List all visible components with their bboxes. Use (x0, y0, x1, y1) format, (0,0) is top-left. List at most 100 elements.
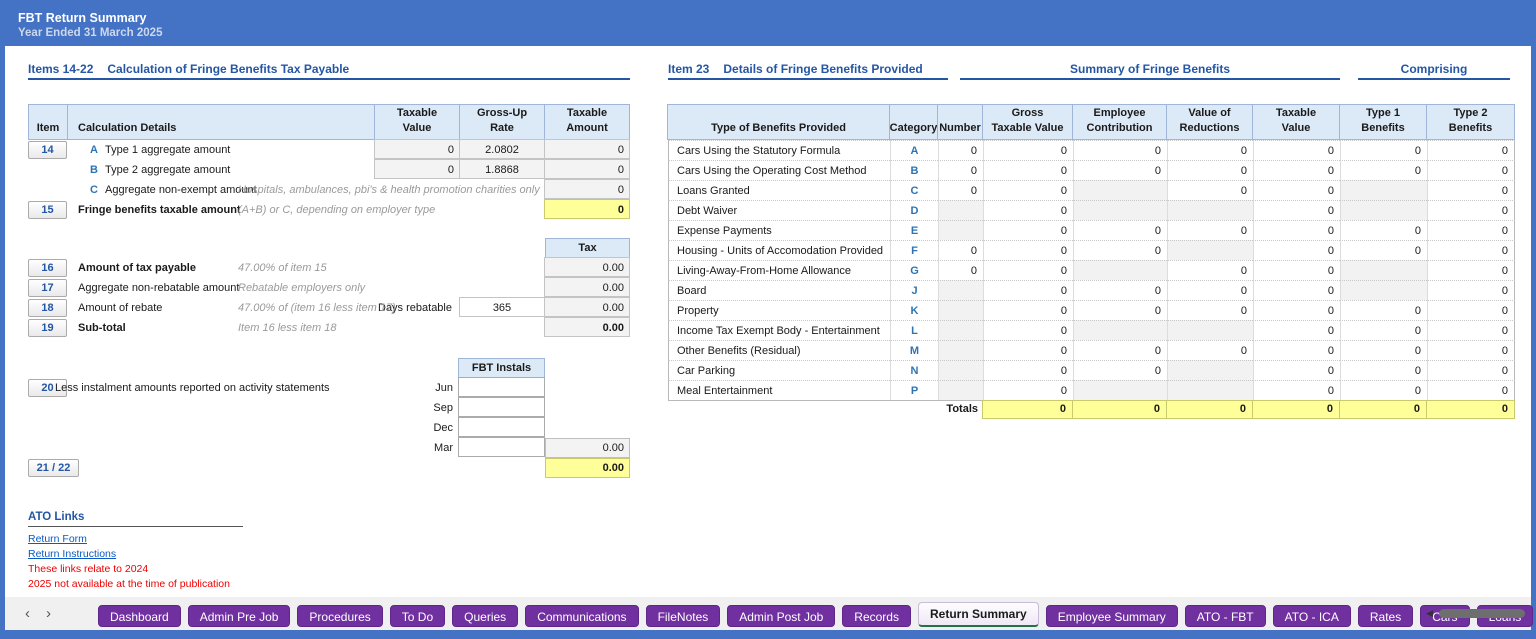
cell-type1-benefits[interactable]: 0 (1340, 360, 1427, 380)
cell-taxable-amount-c[interactable]: 0 (544, 179, 630, 199)
cell-gross-taxable-value[interactable]: 0 (983, 220, 1073, 240)
return-form-link[interactable]: Return Form (28, 533, 87, 545)
cell-gross-taxable-value[interactable]: 0 (983, 240, 1073, 260)
cell-gross-taxable-value[interactable]: 0 (983, 200, 1073, 220)
cell-employee-contribution[interactable] (1073, 380, 1167, 400)
cell-number[interactable] (938, 360, 983, 380)
cell-type1-benefits[interactable] (1340, 280, 1427, 300)
cell-taxable-value[interactable]: 0 (1253, 200, 1340, 220)
tab-communications[interactable]: Communications (525, 605, 638, 627)
cell-taxable-value[interactable]: 0 (1253, 180, 1340, 200)
cell-taxable-value[interactable]: 0 (1253, 240, 1340, 260)
cell-total[interactable]: 0 (1166, 400, 1253, 419)
cell-instal-total[interactable]: 0.00 (545, 438, 630, 458)
cell-taxable-value[interactable]: 0 (1253, 380, 1340, 400)
cell-total[interactable]: 0 (1339, 400, 1427, 419)
cell-employee-contribution[interactable]: 0 (1073, 160, 1167, 180)
cell-grossup-rate-b[interactable]: 1.8868 (459, 159, 545, 179)
cell-total[interactable]: 0 (982, 400, 1073, 419)
cell-value-of-reductions[interactable] (1167, 320, 1253, 340)
cell-number[interactable] (938, 380, 983, 400)
tab-ato-ica[interactable]: ATO - ICA (1273, 605, 1351, 627)
cell-type1-benefits[interactable]: 0 (1340, 380, 1427, 400)
cell-employee-contribution[interactable]: 0 (1073, 140, 1167, 160)
return-instructions-link[interactable]: Return Instructions (28, 548, 116, 560)
cell-number[interactable] (938, 220, 983, 240)
tab-queries[interactable]: Queries (452, 605, 518, 627)
cell-type2-benefits[interactable]: 0 (1427, 240, 1515, 260)
scroll-left-icon[interactable]: ◀ (1426, 608, 1433, 619)
cell-fringe-benefits-taxable-amount[interactable]: 0 (544, 199, 630, 219)
cell-value-of-reductions[interactable]: 0 (1167, 280, 1253, 300)
scrollbar-thumb[interactable] (1439, 609, 1525, 618)
days-rebatable-input[interactable]: 365 (459, 297, 545, 317)
cell-type2-benefits[interactable]: 0 (1427, 260, 1515, 280)
cell-net-payable[interactable]: 0.00 (545, 458, 630, 478)
cell-type2-benefits[interactable]: 0 (1427, 140, 1515, 160)
cell-taxable-amount-a[interactable]: 0 (544, 139, 630, 159)
cell-taxable-value[interactable]: 0 (1253, 140, 1340, 160)
prev-tabs-arrow-icon[interactable]: ‹ (25, 605, 30, 622)
cell-number[interactable]: 0 (938, 160, 983, 180)
tab-rates[interactable]: Rates (1358, 605, 1413, 627)
cell-subtotal[interactable]: 0.00 (544, 317, 630, 337)
tab-admin-pre-job[interactable]: Admin Pre Job (188, 605, 291, 627)
cell-number[interactable]: 0 (938, 180, 983, 200)
cell-number[interactable]: 0 (938, 140, 983, 160)
tab-records[interactable]: Records (842, 605, 911, 627)
cell-type1-benefits[interactable]: 0 (1340, 300, 1427, 320)
next-tabs-arrow-icon[interactable]: › (46, 605, 51, 622)
cell-employee-contribution[interactable]: 0 (1073, 340, 1167, 360)
cell-grossup-rate-a[interactable]: 2.0802 (459, 139, 545, 159)
cell-type1-benefits[interactable]: 0 (1340, 220, 1427, 240)
cell-taxable-amount-b[interactable]: 0 (544, 159, 630, 179)
cell-type1-benefits[interactable]: 0 (1340, 320, 1427, 340)
cell-number[interactable]: 0 (938, 240, 983, 260)
cell-type1-benefits[interactable]: 0 (1340, 240, 1427, 260)
cell-type2-benefits[interactable]: 0 (1427, 380, 1515, 400)
cell-total[interactable]: 0 (1072, 400, 1167, 419)
cell-gross-taxable-value[interactable]: 0 (983, 300, 1073, 320)
cell-gross-taxable-value[interactable]: 0 (983, 160, 1073, 180)
cell-gross-taxable-value[interactable]: 0 (983, 280, 1073, 300)
tab-dashboard[interactable]: Dashboard (98, 605, 181, 627)
cell-non-rebatable[interactable]: 0.00 (544, 277, 630, 297)
cell-taxable-value[interactable]: 0 (1253, 280, 1340, 300)
cell-taxable-value[interactable]: 0 (1253, 220, 1340, 240)
cell-value-of-reductions[interactable] (1167, 240, 1253, 260)
cell-type1-benefits[interactable]: 0 (1340, 160, 1427, 180)
cell-type1-benefits[interactable]: 0 (1340, 340, 1427, 360)
cell-employee-contribution[interactable]: 0 (1073, 240, 1167, 260)
cell-taxable-value[interactable]: 0 (1253, 320, 1340, 340)
cell-number[interactable]: 0 (938, 260, 983, 280)
tab-procedures[interactable]: Procedures (297, 605, 382, 627)
tab-admin-post-job[interactable]: Admin Post Job (727, 605, 835, 627)
cell-employee-contribution[interactable]: 0 (1073, 360, 1167, 380)
cell-type1-benefits[interactable] (1340, 260, 1427, 280)
cell-employee-contribution[interactable]: 0 (1073, 300, 1167, 320)
cell-taxable-value[interactable]: 0 (1253, 160, 1340, 180)
tab-to-do[interactable]: To Do (390, 605, 445, 627)
cell-value-of-reductions[interactable]: 0 (1167, 140, 1253, 160)
cell-employee-contribution[interactable] (1073, 200, 1167, 220)
cell-gross-taxable-value[interactable]: 0 (983, 340, 1073, 360)
cell-value-of-reductions[interactable]: 0 (1167, 220, 1253, 240)
instal-input[interactable] (458, 417, 545, 437)
cell-value-of-reductions[interactable]: 0 (1167, 300, 1253, 320)
cell-total[interactable]: 0 (1426, 400, 1515, 419)
cell-type2-benefits[interactable]: 0 (1427, 220, 1515, 240)
cell-type2-benefits[interactable]: 0 (1427, 280, 1515, 300)
cell-employee-contribution[interactable]: 0 (1073, 220, 1167, 240)
cell-taxable-value-a[interactable]: 0 (374, 139, 460, 159)
cell-type2-benefits[interactable]: 0 (1427, 200, 1515, 220)
cell-gross-taxable-value[interactable]: 0 (983, 360, 1073, 380)
cell-value-of-reductions[interactable]: 0 (1167, 340, 1253, 360)
cell-rebate-amount[interactable]: 0.00 (544, 297, 630, 317)
cell-employee-contribution[interactable]: 0 (1073, 280, 1167, 300)
tab-filenotes[interactable]: FileNotes (646, 605, 721, 627)
cell-value-of-reductions[interactable] (1167, 380, 1253, 400)
instal-input[interactable] (458, 397, 545, 417)
cell-value-of-reductions[interactable]: 0 (1167, 160, 1253, 180)
tab-return-summary[interactable]: Return Summary (918, 602, 1039, 627)
cell-type2-benefits[interactable]: 0 (1427, 320, 1515, 340)
